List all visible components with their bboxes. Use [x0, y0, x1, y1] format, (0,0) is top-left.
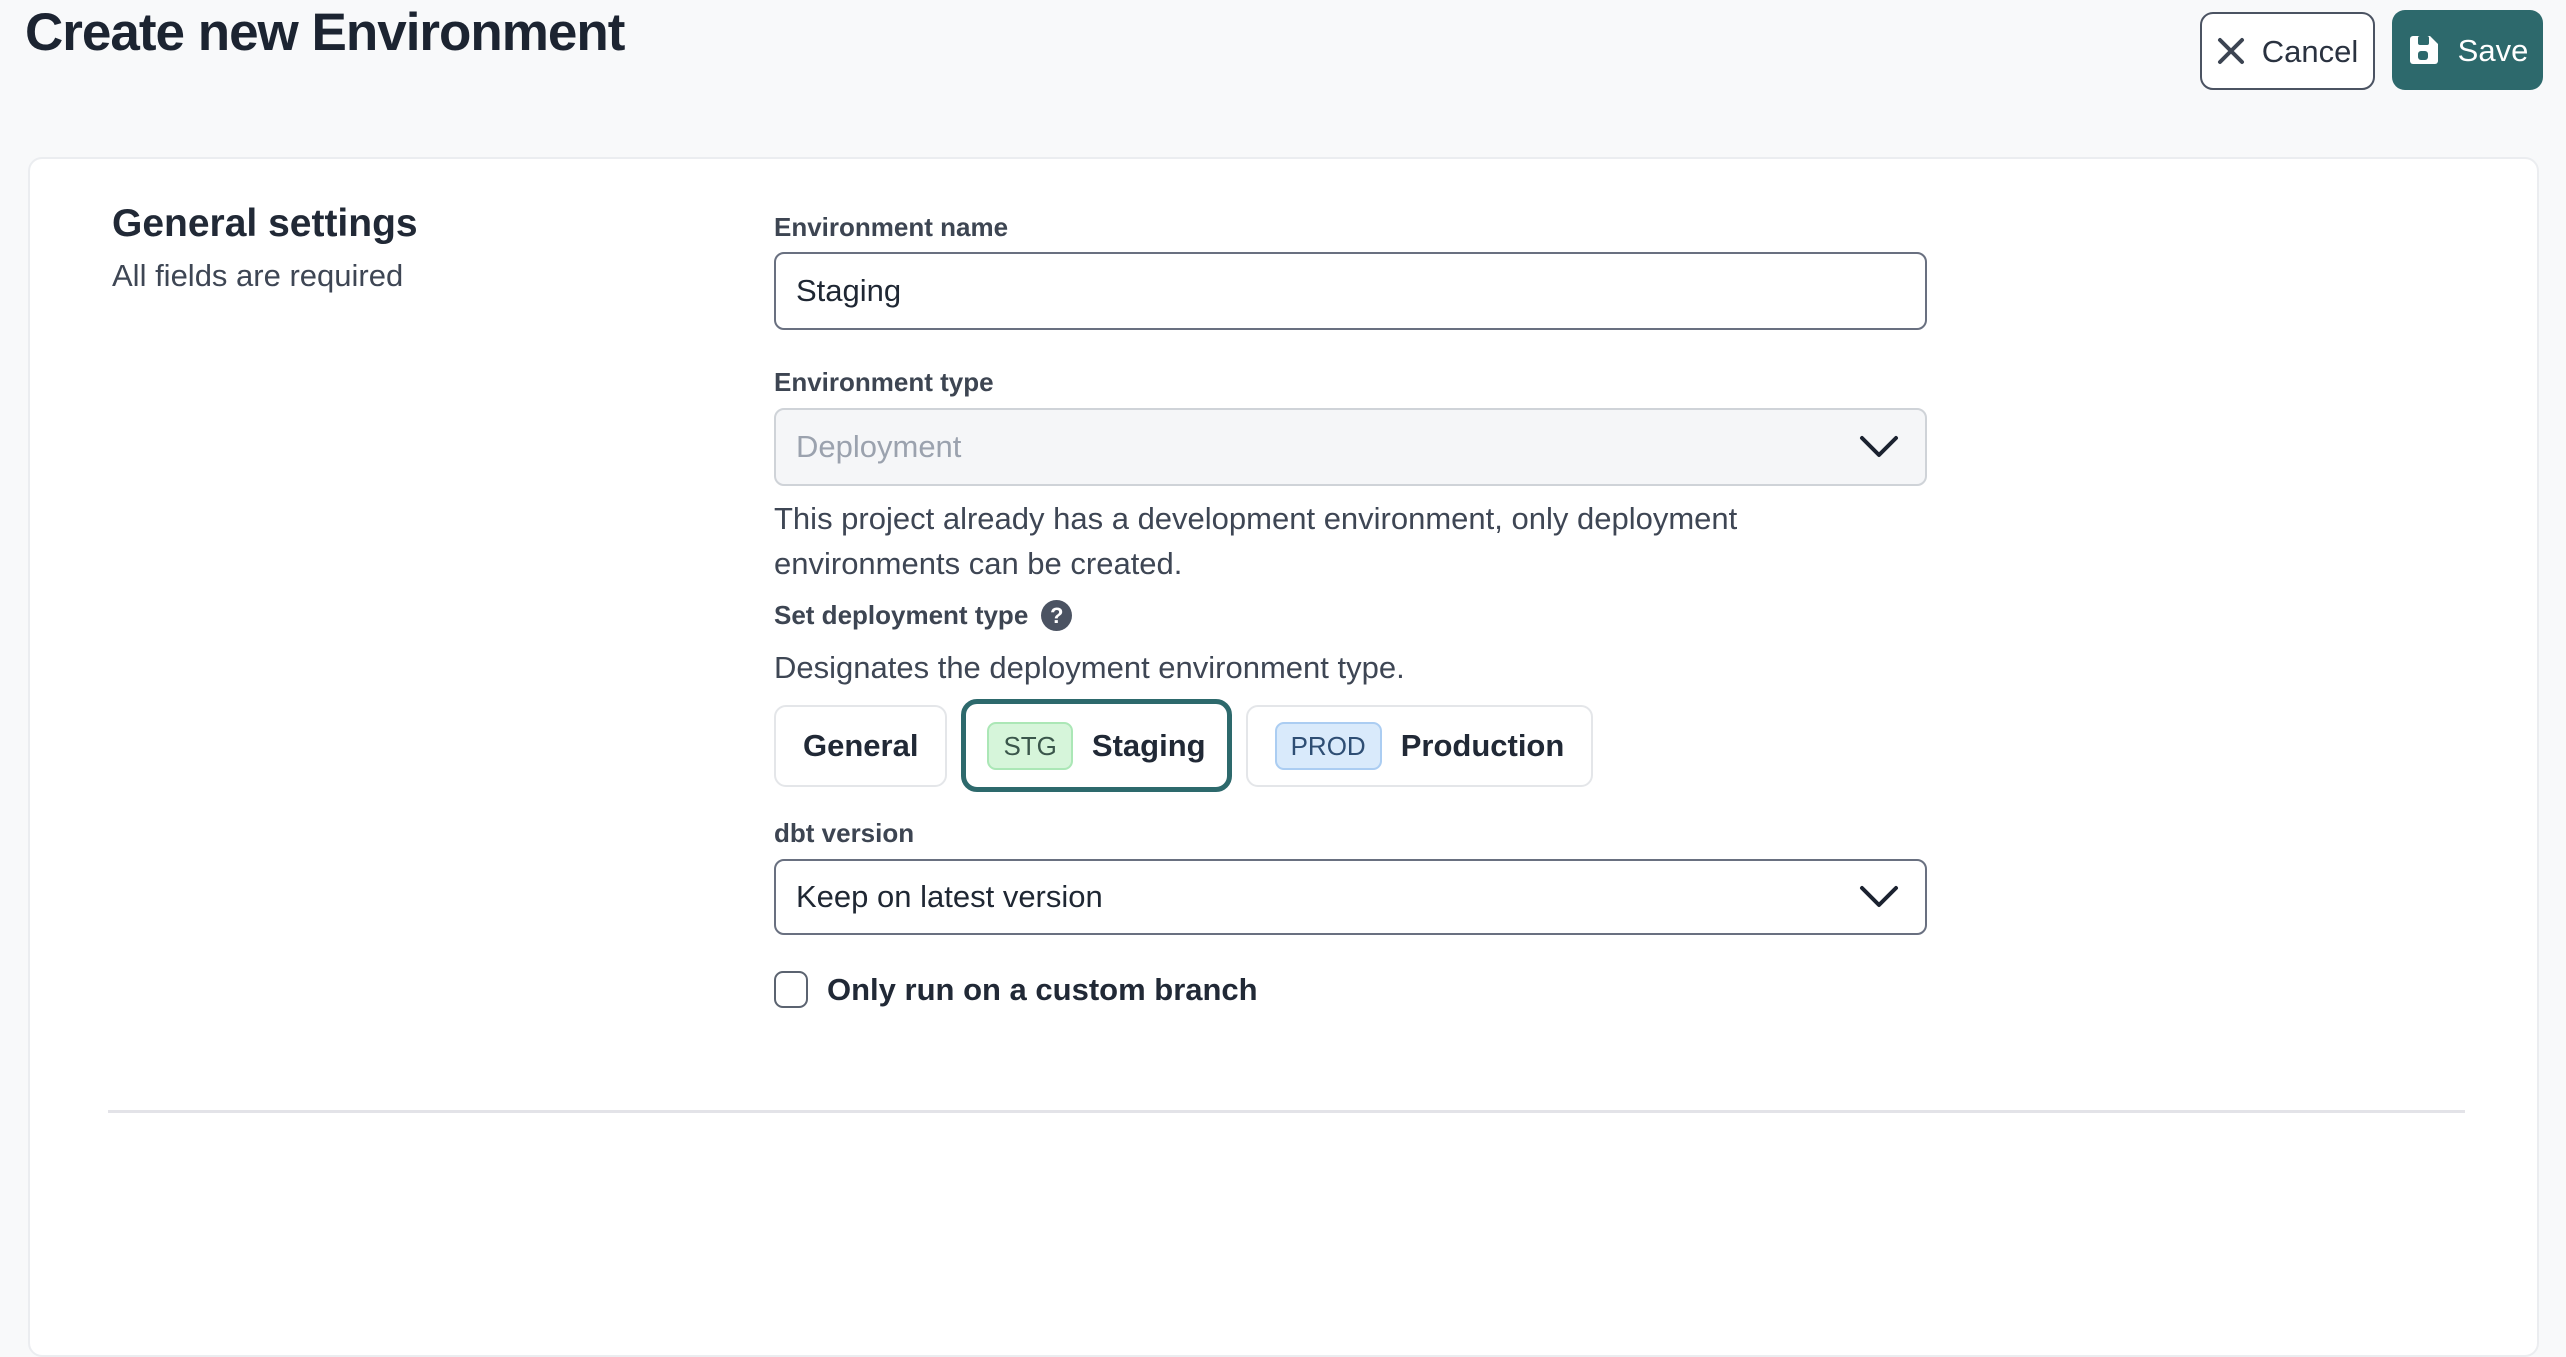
- dbt-version-select[interactable]: Keep on latest version: [774, 859, 1927, 935]
- general-settings-card: General settings All fields are required…: [28, 157, 2539, 1357]
- dbt-version-value: Keep on latest version: [796, 879, 1103, 915]
- close-icon: [2217, 37, 2245, 65]
- cancel-button-label: Cancel: [2262, 36, 2359, 67]
- save-icon: [2407, 33, 2441, 67]
- deployment-option-label: General: [803, 728, 918, 764]
- environment-name-label: Environment name: [774, 212, 1008, 243]
- staging-badge: STG: [987, 722, 1072, 770]
- deployment-option-staging[interactable]: STG Staging: [961, 699, 1231, 792]
- production-badge: PROD: [1275, 722, 1382, 770]
- deployment-type-description: Designates the deployment environment ty…: [774, 645, 1874, 690]
- deployment-option-production[interactable]: PROD Production: [1246, 705, 1594, 787]
- section-divider: [108, 1110, 2465, 1113]
- save-button[interactable]: Save: [2392, 10, 2543, 90]
- environment-type-help: This project already has a development e…: [774, 496, 1874, 586]
- save-button-label: Save: [2458, 35, 2529, 66]
- custom-branch-checkbox[interactable]: [774, 971, 808, 1008]
- deployment-option-general[interactable]: General: [774, 705, 947, 787]
- custom-branch-label[interactable]: Only run on a custom branch: [827, 972, 1258, 1008]
- chevron-down-icon: [1859, 885, 1899, 909]
- deployment-option-label: Staging: [1092, 728, 1206, 764]
- environment-type-select[interactable]: Deployment: [774, 408, 1927, 486]
- help-icon[interactable]: ?: [1041, 600, 1072, 631]
- section-title: General settings: [112, 202, 418, 246]
- chevron-down-icon: [1859, 435, 1899, 459]
- page-title: Create new Environment: [25, 2, 624, 63]
- deployment-type-label-row: Set deployment type ?: [774, 600, 1072, 631]
- environment-name-input[interactable]: [774, 252, 1927, 330]
- environment-type-label: Environment type: [774, 367, 994, 398]
- cancel-button[interactable]: Cancel: [2200, 12, 2375, 90]
- dbt-version-label: dbt version: [774, 818, 914, 849]
- deployment-type-options: General STG Staging PROD Production: [774, 699, 1593, 792]
- section-subtitle: All fields are required: [112, 258, 403, 294]
- environment-type-value: Deployment: [796, 429, 961, 465]
- deployment-option-label: Production: [1401, 728, 1565, 764]
- deployment-type-label: Set deployment type: [774, 600, 1028, 631]
- custom-branch-row: Only run on a custom branch: [774, 971, 1258, 1008]
